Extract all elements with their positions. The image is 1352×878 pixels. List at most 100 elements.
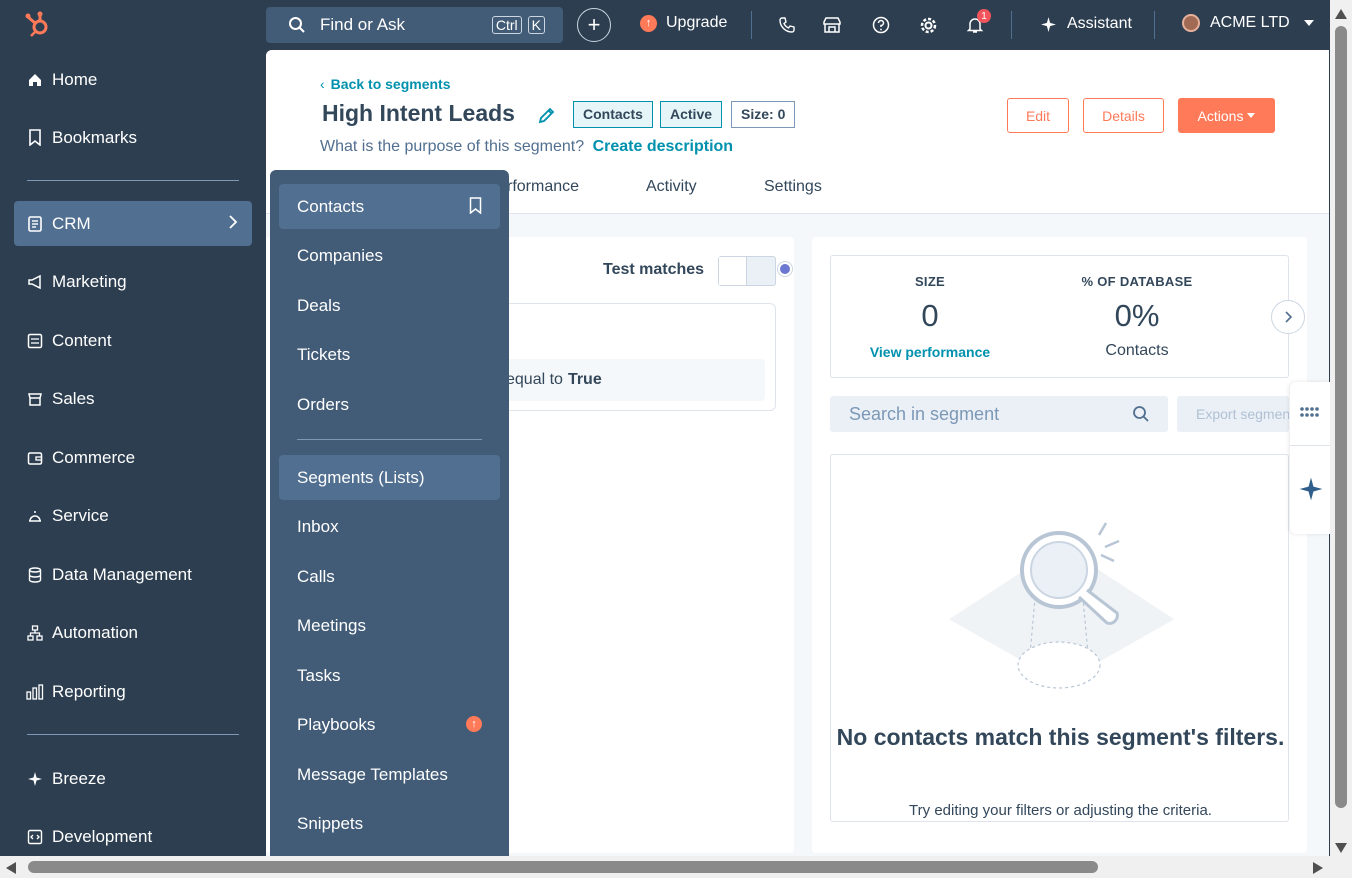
filter-rule[interactable]: equal to True [476, 359, 765, 401]
flyout-item-label: Meetings [297, 615, 366, 635]
nav-item-label: Breeze [52, 768, 106, 788]
nav-item-commerce[interactable]: Commerce [14, 435, 252, 480]
global-search-input[interactable]: Find or Ask Ctrl K [266, 7, 563, 43]
back-link-label: Back to segments [330, 76, 451, 92]
flyout-item-segments[interactable]: Segments (Lists) [279, 455, 500, 500]
nav-item-sales[interactable]: Sales [14, 376, 252, 421]
scroll-right-arrow-icon[interactable] [1313, 861, 1323, 878]
create-new-button[interactable]: + [577, 8, 611, 42]
upgrade-button[interactable]: ↑ Upgrade [640, 14, 727, 32]
topbar-separator [751, 11, 752, 39]
account-menu[interactable]: ACME LTD [1182, 14, 1314, 32]
phone-icon[interactable] [777, 15, 797, 35]
flyout-item-meetings[interactable]: Meetings [279, 603, 500, 648]
flyout-item-label: Snippets [297, 813, 364, 833]
marketplace-icon[interactable] [822, 15, 842, 35]
test-matches-toggle[interactable] [718, 256, 776, 286]
flyout-item-orders[interactable]: Orders [279, 382, 500, 427]
search-icon [288, 16, 306, 34]
nav-item-bookmarks[interactable]: Bookmarks [14, 115, 252, 160]
database-stat-label: % OF DATABASE [1081, 274, 1193, 289]
chevron-left-icon: ‹ [320, 76, 325, 92]
tab-performance[interactable]: rformance [507, 178, 579, 196]
nav-item-service[interactable]: Service [14, 493, 252, 538]
flyout-item-tasks[interactable]: Tasks [279, 653, 500, 698]
nav-item-label: Service [52, 505, 109, 525]
scroll-left-arrow-icon[interactable] [6, 861, 16, 878]
flyout-item-contacts[interactable]: Contacts [279, 184, 500, 229]
crm-flyout-menu: Contacts Companies Deals Tickets Orders … [270, 170, 509, 856]
export-segment-button[interactable]: Export segment [1177, 396, 1289, 432]
flyout-item-label: Orders [297, 394, 349, 414]
chevron-right-icon [1284, 310, 1293, 324]
flyout-item-label: Inbox [297, 516, 339, 536]
segment-search-input[interactable]: Search in segment [830, 396, 1168, 432]
nav-item-crm[interactable]: CRM [14, 201, 252, 246]
topbar-separator [1011, 11, 1012, 39]
flyout-item-label: Tickets [297, 344, 351, 364]
flyout-item-label: Segments (Lists) [297, 467, 425, 487]
flyout-item-playbooks[interactable]: Playbooks ↑ [279, 702, 500, 747]
size-stat-label: SIZE [914, 274, 946, 289]
create-description-link[interactable]: Create description [593, 138, 733, 155]
actions-button[interactable]: Actions [1178, 98, 1275, 133]
nav-item-breeze[interactable]: Breeze [14, 756, 252, 801]
kbd-ctrl: Ctrl [491, 16, 522, 34]
search-icon [1132, 405, 1150, 428]
nav-divider [27, 734, 239, 735]
tab-activity[interactable]: Activity [646, 178, 697, 196]
view-performance-link[interactable]: View performance [850, 344, 1010, 360]
filter-operator: equal to [506, 371, 563, 388]
bookmark-icon[interactable] [469, 197, 482, 219]
actions-label: Actions [1197, 107, 1244, 124]
megaphone-icon [26, 273, 44, 291]
upgrade-arrow-icon: ↑ [640, 14, 657, 32]
assistant-button[interactable]: Assistant [1040, 15, 1132, 33]
back-to-segments-link[interactable]: ‹ Back to segments [320, 76, 451, 92]
assistant-sparkle-icon[interactable] [1298, 476, 1324, 507]
flyout-item-deals[interactable]: Deals [279, 283, 500, 328]
flyout-item-tickets[interactable]: Tickets [279, 332, 500, 377]
nav-item-development[interactable]: Development [14, 814, 252, 859]
nav-item-reporting[interactable]: Reporting [14, 669, 252, 714]
help-icon[interactable] [871, 15, 891, 35]
purpose-line: What is the purpose of this segment? Cre… [320, 138, 733, 156]
tab-settings[interactable]: Settings [764, 178, 822, 196]
nav-item-home[interactable]: Home [14, 57, 252, 102]
details-button[interactable]: Details [1083, 98, 1164, 133]
toggle-indicator [778, 262, 792, 276]
edit-button[interactable]: Edit [1007, 98, 1069, 133]
home-icon [26, 71, 44, 89]
nav-item-automation[interactable]: Automation [14, 610, 252, 655]
nav-item-data-management[interactable]: Data Management [14, 552, 252, 597]
flyout-item-calls[interactable]: Calls [279, 554, 500, 599]
stats-next-button[interactable] [1271, 300, 1305, 334]
database-icon [26, 566, 44, 584]
avatar [1182, 14, 1200, 32]
hubspot-logo-icon[interactable] [24, 10, 52, 38]
chevron-right-icon [228, 214, 238, 235]
apps-grid-icon[interactable] [1300, 406, 1320, 424]
vertical-scrollbar[interactable] [1330, 0, 1352, 856]
vertical-scroll-thumb[interactable] [1335, 26, 1347, 808]
database-stat-value: 0% [1114, 298, 1160, 333]
upgrade-label: Upgrade [666, 14, 728, 31]
flyout-item-inbox[interactable]: Inbox [279, 504, 500, 549]
search-placeholder: Find or Ask [320, 15, 406, 34]
bell-service-icon [26, 507, 44, 525]
nav-item-marketing[interactable]: Marketing [14, 259, 252, 304]
edit-name-pencil-icon[interactable] [538, 106, 556, 129]
segment-stats: SIZE 0 View performance % OF DATABASE 0%… [830, 255, 1289, 378]
horizontal-scrollbar[interactable] [0, 856, 1352, 878]
flyout-item-label: Calls [297, 566, 335, 586]
flyout-item-companies[interactable]: Companies [279, 233, 500, 278]
nav-item-label: Reporting [52, 681, 126, 701]
content-icon [26, 332, 44, 350]
flyout-item-message-templates[interactable]: Message Templates [279, 752, 500, 797]
scroll-up-arrow-icon[interactable] [1335, 6, 1347, 24]
nav-item-label: Development [52, 826, 153, 846]
settings-gear-icon[interactable] [918, 15, 938, 35]
flyout-item-snippets[interactable]: Snippets [279, 801, 500, 846]
nav-item-content[interactable]: Content [14, 318, 252, 363]
horizontal-scroll-thumb[interactable] [28, 861, 1098, 873]
